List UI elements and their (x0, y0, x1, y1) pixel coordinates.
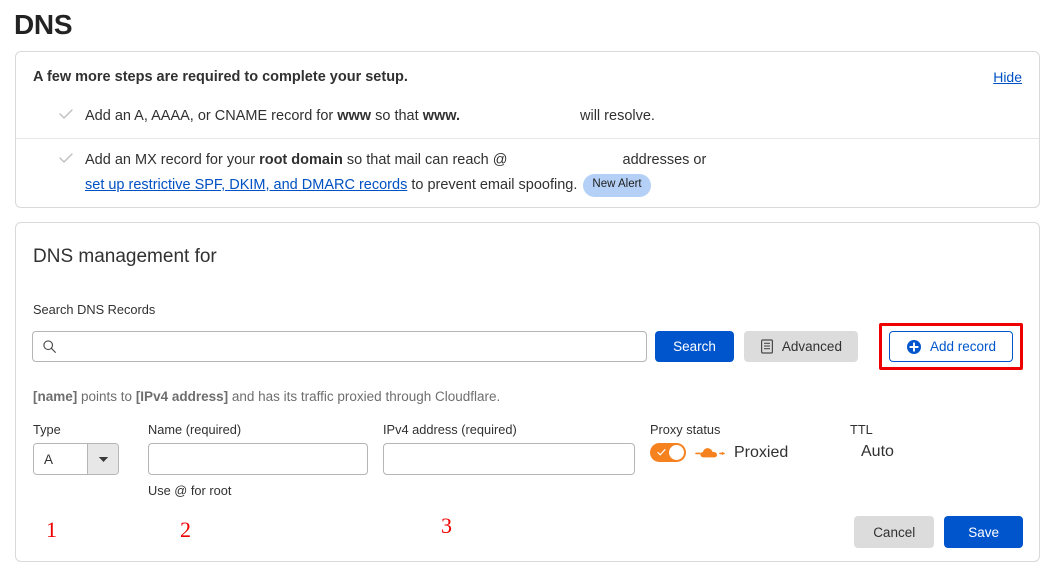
search-input[interactable] (32, 331, 648, 362)
hide-link[interactable]: Hide (993, 68, 1022, 86)
cancel-button[interactable]: Cancel (854, 516, 935, 548)
ttl-value: Auto (861, 443, 894, 460)
cloud-proxied-icon (695, 447, 725, 457)
add-record-highlight-box: Add record (878, 323, 1023, 370)
step2-mid: so that mail can reach @ (342, 152, 508, 168)
plus-circle-icon (906, 339, 921, 354)
name-input[interactable] (148, 443, 368, 475)
ipv4-label: IPv4 address (required) (383, 422, 517, 437)
setup-banner-header: A few more steps are required to complet… (16, 52, 1039, 95)
page-title: DNS (14, 9, 73, 40)
setup-banner-heading: A few more steps are required to complet… (33, 69, 408, 85)
search-button[interactable]: Search (655, 331, 734, 362)
helper-name-token: [name] (33, 389, 78, 404)
proxy-status-value: Proxied (734, 443, 789, 461)
toggle-knob (669, 445, 684, 460)
check-icon (59, 109, 73, 119)
ttl-label: TTL (850, 422, 873, 437)
chevron-down-icon (87, 444, 118, 474)
type-column: Type A (33, 422, 133, 475)
proxy-status-column: Proxy status Proxied (650, 422, 850, 462)
step2-bold-rootdomain: root domain (259, 152, 343, 168)
step1-bold-www: www (337, 108, 372, 124)
search-dns-records-label: Search DNS Records (33, 302, 156, 317)
proxy-control: Proxied (650, 443, 850, 462)
check-icon (657, 449, 666, 456)
document-icon (760, 339, 773, 354)
search-field-wrapper (32, 331, 648, 362)
spf-dkim-dmarc-link[interactable]: set up restrictive SPF, DKIM, and DMARC … (85, 177, 407, 193)
step1-suffix: will resolve. (580, 108, 655, 124)
new-alert-badge: New Alert (583, 174, 651, 197)
annotation-number-1: 1 (46, 517, 57, 542)
ttl-column: TTL Auto (850, 422, 950, 461)
ipv4-input[interactable] (383, 443, 635, 475)
dns-management-title: DNS management for (33, 246, 217, 267)
annotation-number-2: 2 (180, 517, 191, 542)
add-record-button[interactable]: Add record (888, 331, 1013, 362)
step2-suffix: addresses or (622, 152, 707, 168)
advanced-button-label: Advanced (781, 339, 842, 354)
save-button[interactable]: Save (944, 516, 1023, 548)
form-footer-buttons: Cancel Save (854, 516, 1023, 548)
ipv4-column: IPv4 address (required) (383, 422, 635, 475)
check-icon (59, 153, 73, 163)
setup-banner-card: A few more steps are required to complet… (15, 51, 1040, 208)
setup-step-mx: Add an MX record for your root domain so… (16, 138, 1039, 207)
step1-prefix: Add an A, AAAA, or CNAME record for (85, 108, 338, 124)
step1-mid: so that (371, 108, 423, 124)
proxy-status-label: Proxy status (650, 422, 721, 437)
add-record-button-label: Add record (929, 339, 996, 354)
helper-ipv4-token: [IPv4 address] (135, 389, 229, 404)
type-select-value: A (34, 444, 87, 474)
advanced-button[interactable]: Advanced (743, 331, 858, 362)
step2-prefix: Add an MX record for your (85, 152, 260, 168)
setup-step-www-text: Add an A, AAAA, or CNAME record for www … (85, 104, 655, 129)
setup-step-www: Add an A, AAAA, or CNAME record for www … (16, 95, 1039, 138)
step2-after-link: to prevent email spoofing. (407, 177, 578, 193)
name-column: Name (required) Use @ for root (148, 422, 368, 498)
step1-bold-wwwdot: www. (422, 108, 461, 124)
search-row: Search Advanced Add record (32, 323, 1023, 370)
dns-record-form: Type A Name (required) Use @ for root IP… (32, 422, 1023, 498)
record-helper-text: [name] points to [IPv4 address] and has … (33, 389, 1023, 404)
name-label: Name (required) (148, 422, 242, 437)
proxy-toggle[interactable] (650, 443, 686, 462)
name-hint: Use @ for root (148, 483, 232, 498)
setup-step-mx-text: Add an MX record for your root domain so… (85, 148, 706, 198)
annotation-number-3: 3 (441, 513, 452, 538)
type-select[interactable]: A (33, 443, 119, 475)
helper-points-to: points to (77, 389, 136, 404)
type-label: Type (33, 422, 61, 437)
helper-tail: and has its traffic proxied through Clou… (228, 389, 501, 404)
dns-management-card: DNS management for Search DNS Records Se… (15, 222, 1040, 562)
